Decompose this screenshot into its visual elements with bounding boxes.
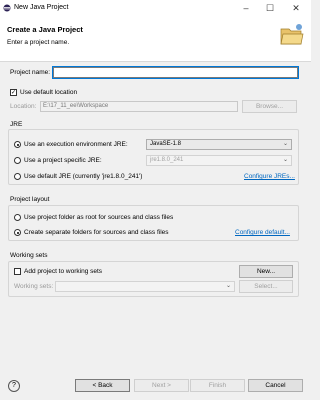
next-button[interactable]: Next > bbox=[134, 379, 189, 392]
project-layout-group-title: Project layout bbox=[10, 196, 50, 203]
layout-root-folder-radio[interactable] bbox=[14, 214, 21, 221]
jre-execution-env-radio[interactable] bbox=[14, 141, 21, 148]
jre-execution-env-label: Use an execution environment JRE: bbox=[24, 141, 128, 148]
title-bar: New Java Project – ☐ ✕ bbox=[0, 0, 311, 18]
close-button[interactable]: ✕ bbox=[288, 2, 304, 15]
project-name-label: Project name: bbox=[10, 69, 51, 76]
finish-button[interactable]: Finish bbox=[190, 379, 245, 392]
minimize-button[interactable]: – bbox=[238, 2, 254, 15]
cancel-button[interactable]: Cancel bbox=[248, 379, 303, 392]
configure-jres-link[interactable]: Configure JREs... bbox=[244, 173, 295, 180]
chevron-down-icon: ⌄ bbox=[225, 283, 231, 289]
chevron-down-icon: ⌄ bbox=[282, 157, 288, 163]
project-specific-jre-select[interactable]: jre1.8.0_241 ⌄ bbox=[146, 155, 292, 166]
working-sets-label: Working sets: bbox=[14, 283, 54, 290]
java-project-folder-icon bbox=[280, 24, 304, 45]
jre-project-specific-radio[interactable] bbox=[14, 157, 21, 164]
working-sets-select[interactable]: ⌄ bbox=[55, 281, 235, 292]
jre-project-specific-label: Use a project specific JRE: bbox=[24, 157, 102, 164]
execution-env-value: JavaSE-1.8 bbox=[150, 141, 182, 147]
execution-env-select[interactable]: JavaSE-1.8 ⌄ bbox=[146, 139, 292, 150]
eclipse-app-icon bbox=[3, 4, 11, 12]
location-input[interactable]: E:\17_11_ee\Workspace bbox=[40, 101, 238, 112]
add-to-working-sets-label: Add project to working sets bbox=[24, 268, 103, 275]
back-button[interactable]: < Back bbox=[75, 379, 130, 392]
layout-root-folder-label: Use project folder as root for sources a… bbox=[24, 214, 174, 221]
add-to-working-sets-checkbox[interactable] bbox=[14, 268, 21, 275]
chevron-down-icon: ⌄ bbox=[282, 141, 288, 147]
project-name-input[interactable] bbox=[52, 66, 299, 79]
page-subtitle: Enter a project name. bbox=[7, 39, 70, 46]
configure-default-link[interactable]: Configure default... bbox=[235, 229, 290, 236]
location-label: Location: bbox=[10, 103, 37, 110]
jre-group-title: JRE bbox=[10, 121, 23, 128]
use-default-location-label: Use default location bbox=[20, 89, 78, 96]
new-working-set-button[interactable]: New... bbox=[239, 265, 293, 278]
layout-separate-folders-radio[interactable] bbox=[14, 229, 21, 236]
use-default-location-checkbox[interactable]: ✓ bbox=[10, 89, 17, 96]
page-title: Create a Java Project bbox=[7, 25, 83, 34]
window-title: New Java Project bbox=[14, 4, 69, 11]
jre-default-label: Use default JRE (currently 'jre1.8.0_241… bbox=[24, 173, 143, 180]
working-sets-group-title: Working sets bbox=[10, 252, 48, 259]
jre-default-radio[interactable] bbox=[14, 173, 21, 180]
select-working-set-button[interactable]: Select... bbox=[239, 280, 293, 293]
browse-button[interactable]: Browse... bbox=[242, 100, 297, 113]
layout-separate-folders-label: Create separate folders for sources and … bbox=[24, 229, 169, 236]
help-icon[interactable]: ? bbox=[8, 380, 20, 392]
maximize-button[interactable]: ☐ bbox=[262, 2, 278, 15]
project-specific-jre-value: jre1.8.0_241 bbox=[150, 157, 184, 163]
wizard-header: Create a Java Project Enter a project na… bbox=[0, 18, 311, 62]
